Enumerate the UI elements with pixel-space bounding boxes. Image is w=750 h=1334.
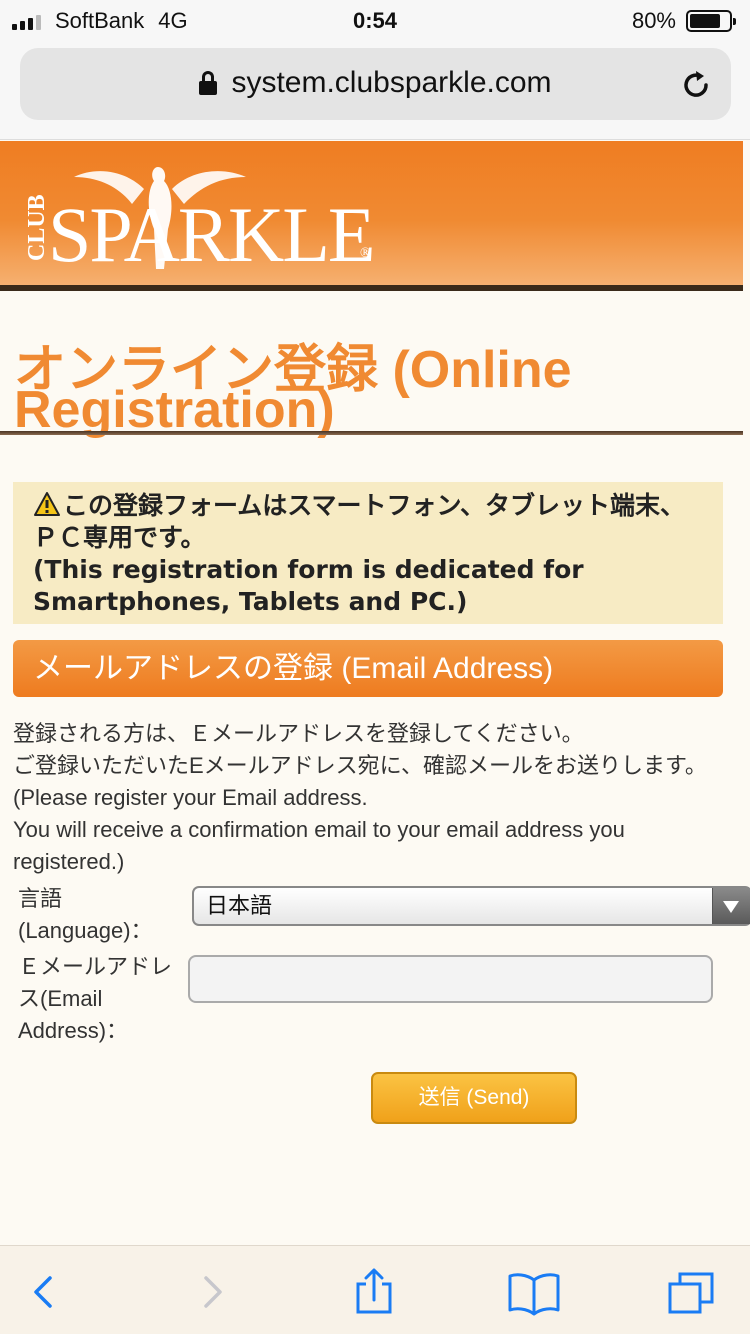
logo-registered-mark: ® [360,246,371,261]
site-header-banner: CLUB SPARKLE ® [0,141,743,291]
description-line: 登録される方は、Ｅメールアドレスを登録してください。 [13,721,584,746]
dropdown-arrow-icon[interactable] [712,888,750,924]
description-line: (Please register your Email address. [13,785,368,810]
language-select[interactable]: 日本語 [192,886,750,926]
logo-text: SPARKLE [48,191,374,278]
battery-percent: 80% [631,8,676,33]
lock-icon [199,71,218,95]
status-bar: SoftBank 4G 0:54 80% [0,0,750,40]
browser-chrome: system.clubsparkle.com [0,40,750,140]
language-selected-value: 日本語 [206,893,273,918]
form-description: 登録される方は、Ｅメールアドレスを登録してください。 ご登録いただいたEメールア… [13,718,733,878]
notice-text-jp: この登録フォームはスマートフォン、タブレット端末、ＰＣ専用です。 [33,491,686,552]
language-label: 言語 (Language)： [18,886,153,943]
device-notice: この登録フォームはスマートフォン、タブレット端末、ＰＣ専用です。 (This r… [13,482,723,624]
title-divider [0,431,743,435]
email-field[interactable] [188,955,713,1003]
warning-icon [34,492,60,516]
address-bar[interactable]: system.clubsparkle.com [20,48,731,120]
url-text[interactable]: system.clubsparkle.com [231,66,551,100]
bookmarks-icon[interactable] [506,1266,562,1318]
page-title: オンライン登録 (Online Registration) [14,341,572,439]
back-icon[interactable] [18,1266,74,1318]
section-header-email: メールアドレスの登録 (Email Address) [13,640,723,697]
reload-icon[interactable] [679,68,713,102]
email-label: Ｅメールアドレ ス(Email Address)： [18,954,173,1043]
description-line: You will receive a confirmation email to… [13,817,625,874]
logo-prefix: CLUB [24,194,50,261]
notice-text-en: (This registration form is dedicated for… [33,555,584,616]
club-sparkle-logo[interactable]: CLUB SPARKLE ® [14,149,394,279]
forward-icon[interactable] [184,1266,240,1318]
battery-icon [686,10,736,32]
browser-toolbar [0,1245,750,1334]
share-icon[interactable] [346,1266,402,1318]
description-line: ご登録いただいたEメールアドレス宛に、確認メールをお送りします。 [13,753,707,778]
tabs-icon[interactable] [664,1266,720,1318]
send-button[interactable]: 送信 (Send) [371,1072,577,1124]
